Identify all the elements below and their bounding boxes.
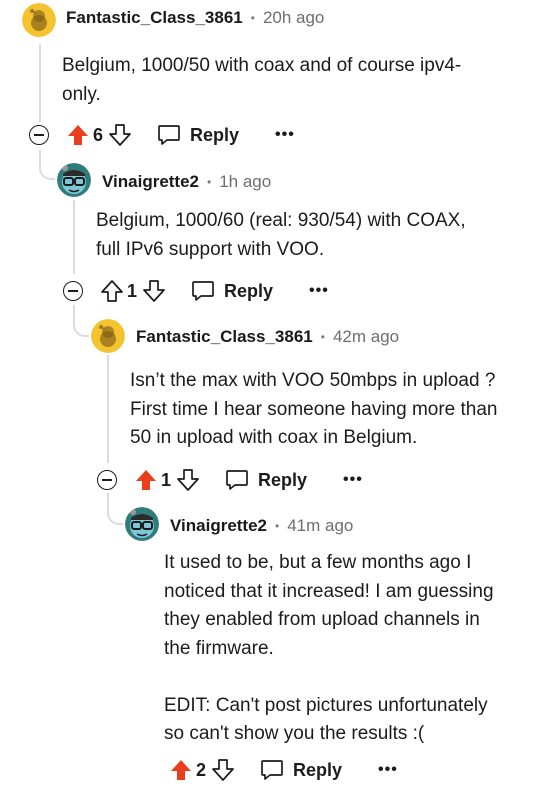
thread-line-2	[73, 200, 75, 274]
more-icon[interactable]: •••	[378, 761, 398, 779]
meta-separator: •	[320, 330, 325, 344]
comment-line: 50 in upload with coax in Belgium.	[130, 427, 418, 448]
meta-separator: •	[275, 519, 280, 533]
comment-line: Belgium, 1000/60 (real: 930/54) with COA…	[96, 210, 466, 231]
comment-line: EDIT: Can't post pictures unfortunately	[164, 694, 488, 716]
upvote-arrow-icon[interactable]	[67, 123, 89, 147]
more-icon[interactable]: •••	[343, 471, 363, 489]
comment-line	[164, 663, 544, 692]
comment-line: they enabled from upload channels in	[164, 609, 480, 630]
meta-separator: •	[207, 175, 212, 189]
more-icon[interactable]: •••	[309, 282, 329, 300]
avatar-snoo-icon	[91, 319, 125, 353]
comment-line: the firmware.	[164, 637, 274, 659]
comment-author[interactable]: Vinaigrette2	[170, 516, 267, 536]
comment-actions: 2 Reply •••	[170, 755, 398, 785]
comment-line: so can't show you the results :(	[164, 723, 425, 744]
downvote-arrow-icon[interactable]	[109, 123, 131, 147]
comment-body: Belgium, 1000/50 with coax and of course…	[62, 52, 532, 109]
reply-label: Reply	[224, 280, 274, 301]
comment-line: full IPv6 support with VOO.	[96, 238, 325, 260]
reply-label: Reply	[190, 124, 240, 145]
comment-timestamp: 42m ago	[332, 327, 400, 346]
comment-line: First time I hear someone having more th…	[130, 398, 498, 420]
thread-elbow-2	[73, 305, 89, 337]
reply-bubble-icon	[158, 125, 180, 145]
vote-count: 6	[93, 124, 104, 145]
reply-label: Reply	[293, 759, 343, 780]
comment-line: noticed that it increased! I am guessing	[164, 580, 494, 602]
avatar-snoo-icon	[22, 3, 56, 37]
more-icon[interactable]: •••	[275, 126, 295, 144]
comment-body: Belgium, 1000/60 (real: 930/54) with COA…	[96, 207, 536, 264]
upvote-arrow-icon[interactable]	[135, 468, 157, 492]
reply-label: Reply	[258, 469, 308, 490]
downvote-arrow-icon[interactable]	[177, 468, 199, 492]
thread-line-3	[107, 355, 109, 463]
meta-separator: •	[250, 11, 255, 25]
downvote-arrow-icon[interactable]	[212, 758, 234, 782]
downvote-arrow-icon[interactable]	[143, 279, 165, 303]
avatar[interactable]	[57, 163, 91, 197]
reply-button[interactable]: Reply	[260, 759, 342, 781]
avatar[interactable]	[91, 319, 125, 353]
reply-button[interactable]: Reply	[191, 280, 273, 302]
comment-line: Isn’t the max with VOO 50mbps in upload …	[130, 370, 496, 391]
reply-button[interactable]: Reply	[157, 124, 239, 146]
avatar-glasses-icon	[125, 507, 159, 541]
comment-author[interactable]: Fantastic_Class_3861	[136, 327, 313, 347]
thread-line-1	[39, 44, 41, 122]
reply-button[interactable]: Reply	[225, 469, 307, 491]
comment-timestamp: 1h ago	[219, 172, 272, 191]
comment-author[interactable]: Vinaigrette2	[102, 172, 199, 192]
comment-actions: 1 Reply •••	[63, 276, 329, 306]
comment-body: Isn’t the max with VOO 50mbps in upload …	[130, 367, 540, 453]
upvote-arrow-icon[interactable]	[101, 279, 123, 303]
comment-line: It used to be, but a few months ago I	[164, 552, 472, 573]
vote-count: 2	[196, 759, 207, 780]
vote-count: 1	[127, 280, 138, 301]
thread-elbow-3	[107, 493, 123, 525]
vote-count: 1	[161, 469, 172, 490]
upvote-arrow-icon[interactable]	[170, 758, 192, 782]
comment-timestamp: 20h ago	[262, 8, 325, 27]
comment-actions: 6 Reply •••	[29, 120, 295, 150]
reply-bubble-icon	[192, 281, 214, 301]
comment-timestamp: 41m ago	[287, 516, 354, 535]
collapse-icon[interactable]	[97, 470, 117, 490]
comment-actions: 1 Reply •••	[97, 465, 363, 495]
collapse-icon[interactable]	[29, 125, 49, 145]
collapse-icon[interactable]	[63, 281, 83, 301]
reply-bubble-icon	[226, 470, 248, 490]
avatar[interactable]	[125, 507, 159, 541]
avatar-glasses-icon	[57, 163, 91, 197]
thread-elbow-1	[39, 150, 55, 180]
avatar[interactable]	[22, 3, 56, 37]
comment-body: It used to be, but a few months ago I no…	[164, 549, 544, 749]
comment-author[interactable]: Fantastic_Class_3861	[66, 8, 243, 28]
comment-line: Belgium, 1000/50 with coax and of course…	[62, 55, 462, 76]
reply-bubble-icon	[261, 760, 283, 780]
comment-line: only.	[62, 83, 101, 105]
